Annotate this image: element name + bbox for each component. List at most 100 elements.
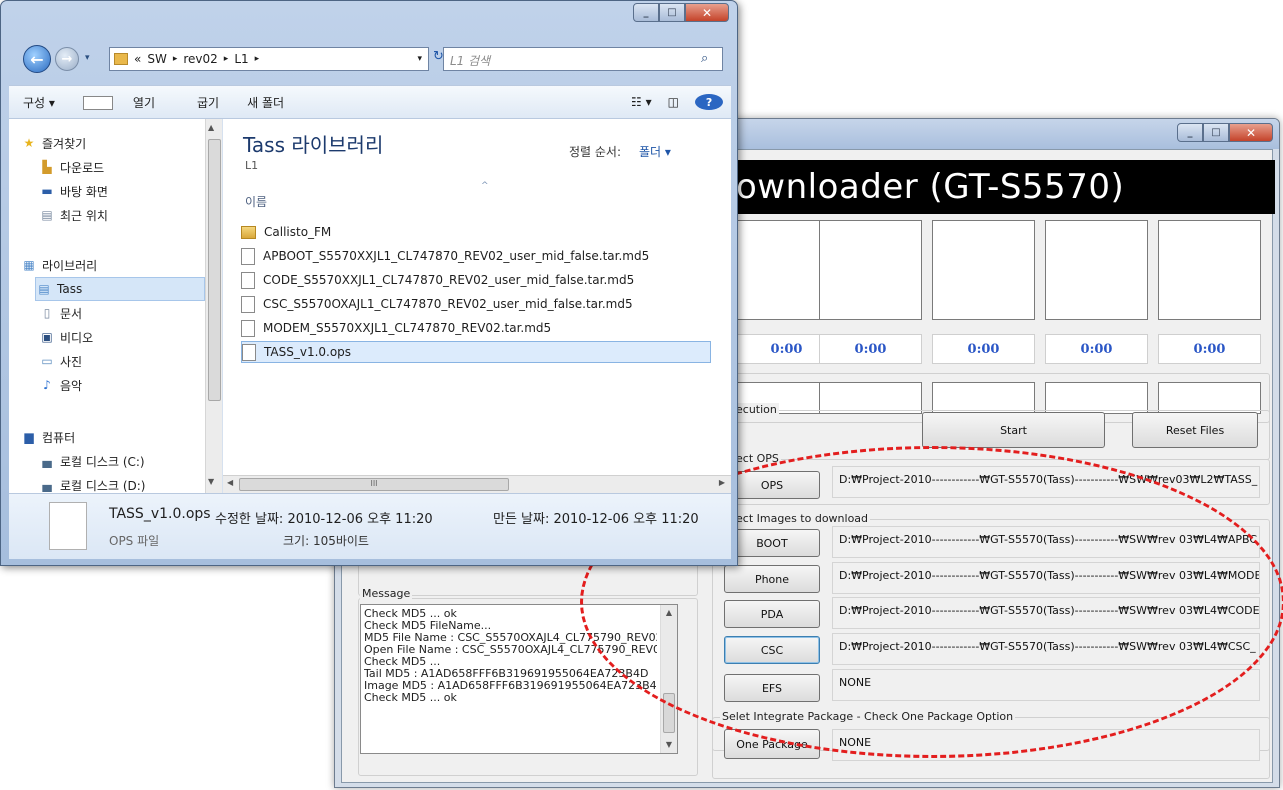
efs-path-field[interactable]: NONE [832, 669, 1260, 701]
nav-favorites[interactable]: ★ 즐겨찾기 [21, 131, 221, 155]
refresh-icon[interactable]: ↻ [433, 49, 444, 69]
file-item[interactable]: CSC_S5570OXAJL1_CL747870_REV02_user_mid_… [241, 293, 711, 315]
file-item[interactable]: MODEM_S5570XXJL1_CL747870_REV02.tar.md5 [241, 317, 711, 339]
content-horizontal-scrollbar[interactable]: ◀ III ▶ [223, 475, 731, 493]
port-slot-3 [932, 220, 1035, 320]
details-modified: 수정한 날짜: 2010-12-06 오후 11:20 [215, 512, 433, 527]
search-input[interactable]: L1 검색 [443, 47, 723, 71]
file-name: Callisto_FM [264, 225, 332, 239]
breadcrumb-item-rev02[interactable]: rev02 [183, 52, 217, 66]
view-options-icon[interactable]: ☷ ▾ [623, 95, 660, 109]
star-icon: ★ [23, 136, 35, 150]
file-item[interactable]: CODE_S5570XXJL1_CL747870_REV02_user_mid_… [241, 269, 711, 291]
library-title: Tass 라이브러리 [243, 133, 384, 157]
close-icon[interactable]: ✕ [1229, 123, 1273, 142]
column-header-name[interactable]: 이름 [245, 193, 267, 210]
log-line: Check MD5 ... ok [364, 692, 457, 704]
breadcrumb-separator-icon[interactable]: ▸ [173, 54, 178, 64]
nav-label: 로컬 디스크 (C:) [60, 454, 145, 469]
scroll-right-icon[interactable]: ▶ [719, 478, 725, 487]
breadcrumb-item-sw[interactable]: SW [147, 52, 166, 66]
folder-icon [241, 225, 256, 239]
scroll-up-icon[interactable]: ▲ [208, 123, 214, 132]
forward-arrow-icon[interactable]: → [55, 47, 79, 71]
minimize-icon[interactable]: _ [1177, 123, 1203, 142]
boot-button[interactable]: BOOT [724, 529, 820, 557]
search-icon[interactable]: ⌕ [701, 51, 708, 66]
scroll-up-icon[interactable]: ▲ [662, 607, 676, 619]
help-icon[interactable]: ? [687, 94, 731, 110]
nav-recent[interactable]: ▤ 최근 위치 [39, 203, 222, 227]
file-item[interactable]: APBOOT_S5570XXJL1_CL747870_REV02_user_mi… [241, 245, 711, 267]
scroll-thumb[interactable] [208, 139, 221, 401]
minimize-icon[interactable]: _ [633, 3, 659, 22]
details-size: 크기: 105바이트 [283, 534, 369, 548]
log-line: Tail MD5 : A1AD658FFF6B319691955064EA723… [364, 668, 649, 680]
scroll-down-icon[interactable]: ▼ [662, 739, 676, 751]
reset-files-button[interactable]: Reset Files [1132, 412, 1258, 448]
ops-group-label: ect OPS [734, 452, 781, 465]
nav-music[interactable]: ♪ 음악 [39, 373, 222, 397]
nav-label: 바탕 화면 [60, 184, 108, 199]
back-arrow-icon[interactable]: ← [23, 45, 51, 73]
nav-libraries[interactable]: ▦ 라이브러리 [21, 253, 221, 277]
video-icon: ▣ [41, 330, 53, 344]
start-button[interactable]: Start [922, 412, 1105, 448]
message-log[interactable]: Check MD5 ... ok Check MD5 FileName... M… [360, 604, 678, 754]
boot-path-field[interactable]: D:₩Project-2010------------₩GT-S5570(Tas… [832, 526, 1260, 558]
breadcrumb-separator-icon[interactable]: ▸ [255, 54, 260, 64]
history-dropdown-icon[interactable]: ▾ [85, 53, 90, 63]
nav-videos[interactable]: ▣ 비디오 [39, 325, 222, 349]
details-filename: TASS_v1.0.ops [109, 506, 211, 522]
open-button[interactable]: 열기 [69, 94, 183, 111]
csc-button[interactable]: CSC [724, 636, 820, 664]
one-package-button[interactable]: One Package [724, 729, 820, 759]
nav-scrollbar[interactable]: ▲ ▼ [205, 119, 222, 493]
organize-menu[interactable]: 구성 ▾ [9, 94, 69, 111]
package-path-field[interactable]: NONE [832, 729, 1260, 761]
pda-path-field[interactable]: D:₩Project-2010------------₩GT-S5570(Tas… [832, 597, 1260, 629]
share-button[interactable]: 굽기 [183, 94, 233, 111]
breadcrumb-separator-icon[interactable]: ▸ [224, 54, 229, 64]
nav-disk-d[interactable]: ▄ 로컬 디스크 (D:) [39, 473, 222, 493]
csc-path-field[interactable]: D:₩Project-2010------------₩GT-S5570(Tas… [832, 633, 1260, 665]
message-scrollbar[interactable]: ▲ ▼ [660, 605, 677, 753]
scroll-down-icon[interactable]: ▼ [208, 477, 214, 486]
new-folder-button[interactable]: 새 폴더 [233, 94, 298, 111]
images-group-label: ect Images to download [734, 512, 871, 525]
address-bar[interactable]: « SW ▸ rev02 ▸ L1 ▸ ▾ [109, 47, 429, 71]
nav-label: Tass [57, 282, 83, 296]
address-dropdown-icon[interactable]: ▾ [417, 54, 422, 64]
log-line: Image MD5 : A1AD658FFF6B319691955064EA72… [364, 680, 657, 692]
maximize-icon[interactable]: □ [1203, 123, 1229, 142]
close-icon[interactable]: ✕ [685, 3, 729, 22]
nav-label: 문서 [60, 306, 83, 321]
nav-pictures[interactable]: ▭ 사진 [39, 349, 222, 373]
nav-downloads[interactable]: ▙ 다운로드 [39, 155, 222, 179]
nav-disk-c[interactable]: ▄ 로컬 디스크 (C:) [39, 449, 222, 473]
file-item-selected[interactable]: TASS_v1.0.ops [241, 341, 711, 363]
pictures-icon: ▭ [41, 354, 53, 368]
nav-documents[interactable]: ▯ 문서 [39, 301, 222, 325]
file-item[interactable]: Callisto_FM [241, 221, 711, 243]
drive-icon: ▄ [42, 454, 52, 468]
phone-button[interactable]: Phone [724, 565, 820, 593]
ops-button[interactable]: OPS [724, 471, 820, 499]
file-name: MODEM_S5570XXJL1_CL747870_REV02.tar.md5 [263, 321, 552, 335]
efs-button[interactable]: EFS [724, 674, 820, 702]
maximize-icon[interactable]: □ [659, 3, 685, 22]
file-name: CSC_S5570OXAJL1_CL747870_REV02_user_mid_… [263, 297, 633, 311]
breadcrumb-overflow[interactable]: « [134, 52, 141, 66]
breadcrumb-item-l1[interactable]: L1 [234, 52, 248, 66]
scroll-left-icon[interactable]: ◀ [227, 478, 233, 487]
pda-button[interactable]: PDA [724, 600, 820, 628]
phone-path-field[interactable]: D:₩Project-2010------------₩GT-S5570(Tas… [832, 562, 1260, 594]
scroll-thumb[interactable]: III [239, 478, 509, 491]
preview-pane-icon[interactable]: ◫ [660, 95, 687, 109]
nav-desktop[interactable]: ▬ 바탕 화면 [39, 179, 222, 203]
sort-dropdown[interactable]: 폴더 ▾ [639, 143, 671, 160]
scroll-thumb[interactable] [663, 693, 675, 733]
nav-tass[interactable]: ▤ Tass [35, 277, 205, 301]
ops-path-field[interactable]: D:₩Project-2010------------₩GT-S5570(Tas… [832, 466, 1260, 498]
nav-computer[interactable]: ▆ 컴퓨터 [21, 425, 221, 449]
